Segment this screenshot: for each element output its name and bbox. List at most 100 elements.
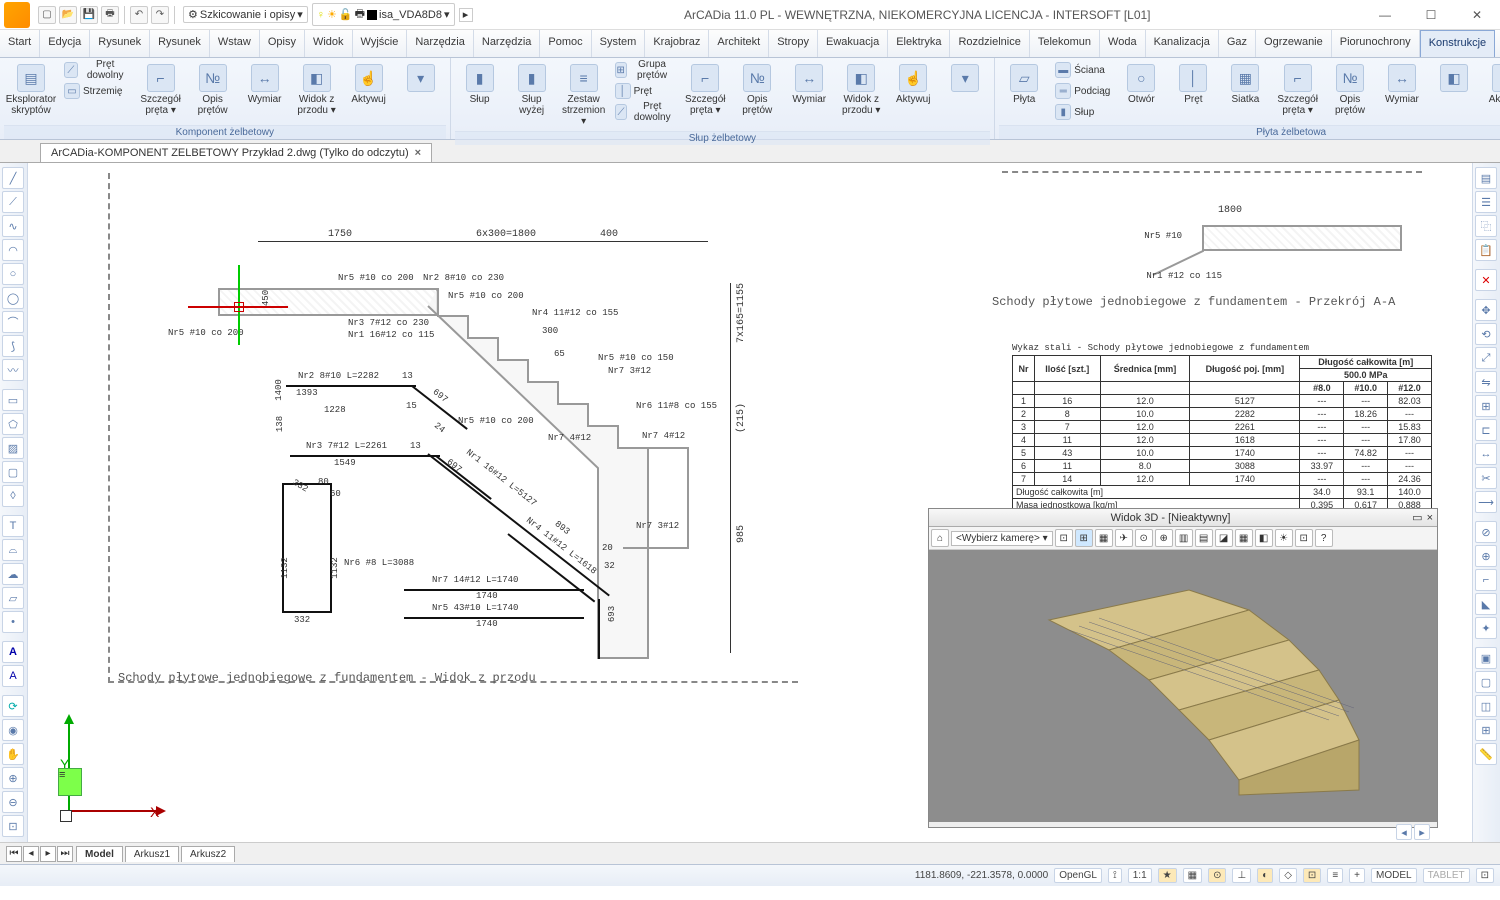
v3d-b12[interactable]: ☀: [1275, 529, 1293, 547]
menu-tab-opisy[interactable]: Opisy: [260, 30, 305, 57]
v3d-b14[interactable]: ?: [1315, 529, 1333, 547]
ribbon-słup[interactable]: ▮Słup: [455, 60, 505, 109]
layout-last-icon[interactable]: ⏭: [57, 846, 73, 862]
qat-open-icon[interactable]: 📂: [59, 6, 77, 24]
close-tab-icon[interactable]: ×: [415, 147, 421, 159]
ribbon-wymiar[interactable]: ↔Wymiar: [240, 60, 290, 109]
menu-tab-woda[interactable]: Woda: [1100, 30, 1146, 57]
menu-tab-piorunochrony[interactable]: Piorunochrony: [1332, 30, 1420, 57]
ribbon-pręt[interactable]: │Pręt: [1168, 60, 1218, 109]
hatch-tool-icon[interactable]: ▨: [2, 437, 24, 459]
ribbon-more[interactable]: ▾: [396, 60, 446, 98]
status-star-icon[interactable]: ★: [1158, 868, 1177, 883]
menu-tab-ogrzewanie[interactable]: Ogrzewanie: [1256, 30, 1332, 57]
menu-tab-ewakuacja[interactable]: Ewakuacja: [818, 30, 888, 57]
rt-rotate-icon[interactable]: ⟲: [1475, 323, 1497, 345]
rt-trim-icon[interactable]: ✂: [1475, 467, 1497, 489]
v3d-b5[interactable]: ⊙: [1135, 529, 1153, 547]
v3d-b1[interactable]: ⊡: [1055, 529, 1073, 547]
ribbon-aktywuj[interactable]: ☝Aktywuj: [1481, 60, 1500, 109]
menu-tab-architekt[interactable]: Architekt: [709, 30, 769, 57]
rt-move-icon[interactable]: ✥: [1475, 299, 1497, 321]
circle-tool-icon[interactable]: ○: [2, 263, 24, 285]
ellipse-tool-icon[interactable]: ◯: [2, 287, 24, 309]
document-tab[interactable]: ArCADia-KOMPONENT ZELBETOWY Przykład 2.d…: [40, 143, 432, 162]
maximize-button[interactable]: ☐: [1408, 0, 1454, 30]
v3d-b10[interactable]: ▦: [1235, 529, 1253, 547]
v3d-b13[interactable]: ⊡: [1295, 529, 1313, 547]
rt-measure-icon[interactable]: 📏: [1475, 743, 1497, 765]
zoomout-tool-icon[interactable]: ⊖: [2, 791, 24, 813]
status-grid-icon[interactable]: ▦: [1183, 868, 1202, 883]
status-polar-icon[interactable]: ◐: [1257, 868, 1273, 883]
rt-copy-icon[interactable]: ⿻: [1475, 215, 1497, 237]
rt-ungroup-icon[interactable]: ▢: [1475, 671, 1497, 693]
status-render[interactable]: OpenGL: [1054, 868, 1102, 883]
menu-tab-start[interactable]: Start: [0, 30, 40, 57]
ribbon-opis-prętów[interactable]: №Opis prętów: [188, 60, 238, 120]
arc3-tool-icon[interactable]: ⟆: [2, 335, 24, 357]
ribbon-szczegół-pręta-[interactable]: ⌐Szczegół pręta ▾: [1272, 60, 1323, 120]
curve-tool-icon[interactable]: 〰: [2, 359, 24, 381]
status-ortho-icon[interactable]: ⊥: [1232, 868, 1251, 883]
rt-delete-icon[interactable]: ✕: [1475, 269, 1497, 291]
rt-group-icon[interactable]: ▣: [1475, 647, 1497, 669]
status-model[interactable]: MODEL: [1371, 868, 1417, 883]
text-tool-icon[interactable]: T: [2, 515, 24, 537]
v3d-b2[interactable]: ⊞: [1075, 529, 1093, 547]
camera-dropdown[interactable]: <Wybierz kamerę> ▾: [951, 531, 1053, 546]
ribbon-podciąg[interactable]: ═Podciąg: [1051, 81, 1114, 101]
status-track-icon[interactable]: ⊡: [1303, 868, 1321, 883]
rt-extend-icon[interactable]: ⟶: [1475, 491, 1497, 513]
qat-undo-icon[interactable]: ↶: [130, 6, 148, 24]
rt-paste-icon[interactable]: 📋: [1475, 239, 1497, 261]
ribbon-szczegół-pręta-[interactable]: ⌐Szczegół pręta ▾: [136, 60, 186, 120]
v3d-b3[interactable]: ▦: [1095, 529, 1113, 547]
menu-tab-kanalizacja[interactable]: Kanalizacja: [1146, 30, 1219, 57]
menu-tab-rysunek[interactable]: Rysunek: [90, 30, 150, 57]
mtext-tool-icon[interactable]: A: [2, 641, 24, 663]
status-ucs-icon[interactable]: ⟟: [1108, 868, 1122, 883]
rt-chamfer-icon[interactable]: ◣: [1475, 593, 1497, 615]
revision-tool-icon[interactable]: ☁: [2, 563, 24, 585]
menu-tab-stropy[interactable]: Stropy: [769, 30, 818, 57]
rt-offset-icon[interactable]: ⊏: [1475, 419, 1497, 441]
line-tool-icon[interactable]: ╱: [2, 167, 24, 189]
menu-tab-pomoc[interactable]: Pomoc: [540, 30, 591, 57]
layout-tab-2[interactable]: Arkusz2: [181, 846, 235, 862]
sketch-mode-dropdown[interactable]: ⚙ Szkicowanie i opisy ▾: [183, 6, 308, 23]
rt-layers-icon[interactable]: ☰: [1475, 191, 1497, 213]
rt-explode-icon[interactable]: ✦: [1475, 617, 1497, 639]
ribbon-opis-prętów[interactable]: №Opis prętów: [1325, 60, 1375, 120]
menu-tab-narzędzia[interactable]: Narzędzia: [407, 30, 474, 57]
minimize-button[interactable]: —: [1362, 0, 1408, 30]
status-lwt-icon[interactable]: ≡: [1327, 868, 1343, 883]
menu-tab-narzędzia[interactable]: Narzędzia: [474, 30, 541, 57]
ribbon-ściana[interactable]: ▬Ściana: [1051, 60, 1114, 80]
menu-tab-gaz[interactable]: Gaz: [1219, 30, 1256, 57]
ribbon-słup[interactable]: ▮Słup: [1051, 102, 1114, 122]
menu-tab-rozdzielnice[interactable]: Rozdzielnice: [950, 30, 1029, 57]
ribbon-szczegół-pręta-[interactable]: ⌐Szczegół pręta ▾: [680, 60, 730, 120]
ribbon-widok-z-przodu-[interactable]: ◧Widok z przodu ▾: [292, 60, 342, 120]
menu-tab-telekomun[interactable]: Telekomun: [1030, 30, 1100, 57]
ribbon-strzemię[interactable]: ▭Strzemię: [60, 81, 134, 101]
zoomext-tool-icon[interactable]: ⊡: [2, 815, 24, 837]
v3d-b11[interactable]: ◧: [1255, 529, 1273, 547]
rt-join-icon[interactable]: ⊕: [1475, 545, 1497, 567]
qat-redo-icon[interactable]: ↷: [151, 6, 169, 24]
qat-new-icon[interactable]: ▢: [38, 6, 56, 24]
ribbon-słup-wyżej[interactable]: ▮Słup wyżej: [507, 60, 557, 120]
status-osnap-icon[interactable]: ◇: [1279, 868, 1297, 883]
ribbon-otwór[interactable]: ○Otwór: [1116, 60, 1166, 109]
menu-tab-edycja[interactable]: Edycja: [40, 30, 90, 57]
rt-array-icon[interactable]: ⊞: [1475, 395, 1497, 417]
view3d-home-icon[interactable]: ⌂: [931, 529, 949, 547]
rt-break-icon[interactable]: ⊘: [1475, 521, 1497, 543]
status-scale[interactable]: 1:1: [1128, 868, 1152, 883]
spline-tool-icon[interactable]: ∿: [2, 215, 24, 237]
rt-mirror-icon[interactable]: ⇋: [1475, 371, 1497, 393]
ribbon-widok-z-przodu-[interactable]: ◧Widok z przodu ▾: [836, 60, 886, 120]
arc2-tool-icon[interactable]: ⌒: [2, 311, 24, 333]
rect-tool-icon[interactable]: ▭: [2, 389, 24, 411]
